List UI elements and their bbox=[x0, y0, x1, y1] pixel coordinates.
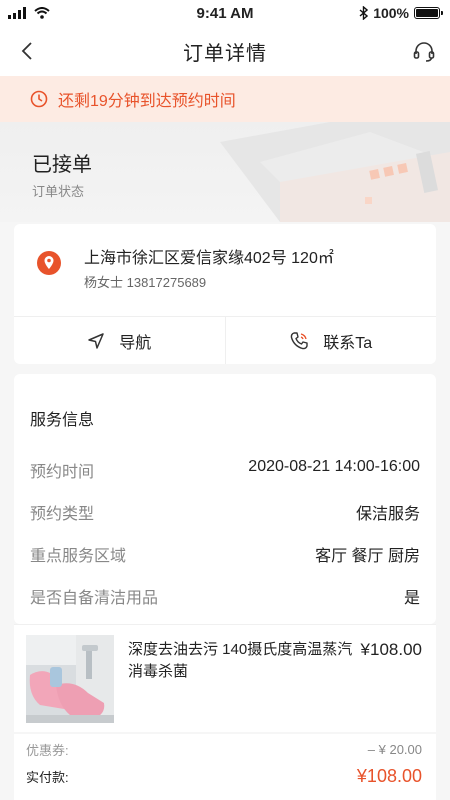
countdown-notice: 还剩19分钟到达预约时间 bbox=[0, 76, 450, 122]
row-label: 重点服务区域 bbox=[30, 548, 127, 565]
service-row-appointment-time: 预约时间 2020-08-21 14:00-16:00 bbox=[30, 458, 420, 482]
navigation-arrow-icon bbox=[88, 332, 104, 349]
navigate-label: 导航 bbox=[119, 334, 152, 352]
clock-icon bbox=[30, 90, 48, 108]
status-decoration bbox=[220, 122, 450, 222]
battery-percent: 100% bbox=[373, 5, 409, 21]
service-row-own-supplies: 是否自备清洁用品 是 bbox=[30, 584, 420, 608]
payment-summary: 优惠券: – ¥ 20.00 实付款: ¥108.00 bbox=[14, 734, 436, 800]
paid-value: ¥108.00 bbox=[356, 766, 422, 786]
coupon-row: 优惠券: – ¥ 20.00 bbox=[26, 740, 422, 759]
order-status-title: 已接单 bbox=[32, 154, 92, 176]
paid-label: 实付款: bbox=[26, 770, 69, 785]
customer-service-button[interactable] bbox=[410, 38, 438, 66]
nav-bar: 订单详情 bbox=[0, 26, 450, 76]
order-status-subtitle: 订单状态 bbox=[32, 184, 85, 199]
status-right: 100% bbox=[359, 5, 443, 21]
headset-icon bbox=[413, 42, 435, 62]
contact-button[interactable]: 联系Ta bbox=[224, 317, 437, 364]
row-value: 2020-08-21 14:00-16:00 bbox=[248, 458, 420, 475]
address-contact: 杨女士 13817275689 bbox=[84, 275, 207, 290]
paid-row: 实付款: ¥108.00 bbox=[26, 766, 422, 787]
location-pin-icon bbox=[37, 251, 61, 275]
bluetooth-icon bbox=[359, 6, 369, 20]
row-label: 预约时间 bbox=[30, 464, 95, 481]
address-card: 上海市徐汇区爱信家缘402号 120㎡ 杨女士 13817275689 导航 联… bbox=[14, 224, 436, 364]
order-status-section: 已接单 订单状态 bbox=[0, 122, 450, 222]
address-line: 上海市徐汇区爱信家缘402号 120㎡ bbox=[84, 250, 334, 267]
address-actions: 导航 联系Ta bbox=[14, 316, 436, 364]
row-value: 保洁服务 bbox=[355, 506, 420, 523]
service-row-appointment-type: 预约类型 保洁服务 bbox=[30, 500, 420, 524]
product-item[interactable]: 深度去油去污 140摄氏度高温蒸汽消毒杀菌 ¥108.00 bbox=[14, 624, 436, 732]
product-name: 深度去油去污 140摄氏度高温蒸汽消毒杀菌 bbox=[128, 641, 353, 680]
coupon-value: – ¥ 20.00 bbox=[367, 742, 422, 757]
countdown-text: 还剩19分钟到达预约时间 bbox=[58, 93, 236, 110]
row-value: 是 bbox=[403, 590, 420, 607]
product-image bbox=[26, 635, 114, 723]
contact-label: 联系Ta bbox=[323, 334, 373, 352]
navigate-button[interactable]: 导航 bbox=[14, 317, 225, 364]
row-label: 是否自备清洁用品 bbox=[30, 590, 159, 607]
row-label: 预约类型 bbox=[30, 506, 95, 523]
page-title: 订单详情 bbox=[183, 42, 267, 65]
service-row-key-areas: 重点服务区域 客厅 餐厅 厨房 bbox=[30, 542, 420, 566]
status-bar: 9:41 AM 100% bbox=[0, 0, 450, 26]
coupon-label: 优惠券: bbox=[26, 743, 69, 758]
row-value: 客厅 餐厅 厨房 bbox=[315, 548, 420, 565]
service-info-card: 服务信息 预约时间 2020-08-21 14:00-16:00 预约类型 保洁… bbox=[14, 374, 436, 624]
service-info-title: 服务信息 bbox=[30, 412, 95, 429]
battery-icon bbox=[414, 7, 443, 19]
phone-icon bbox=[291, 331, 308, 349]
product-price: ¥108.00 bbox=[360, 640, 422, 659]
chevron-left-icon bbox=[21, 42, 32, 60]
back-button[interactable] bbox=[14, 38, 40, 64]
